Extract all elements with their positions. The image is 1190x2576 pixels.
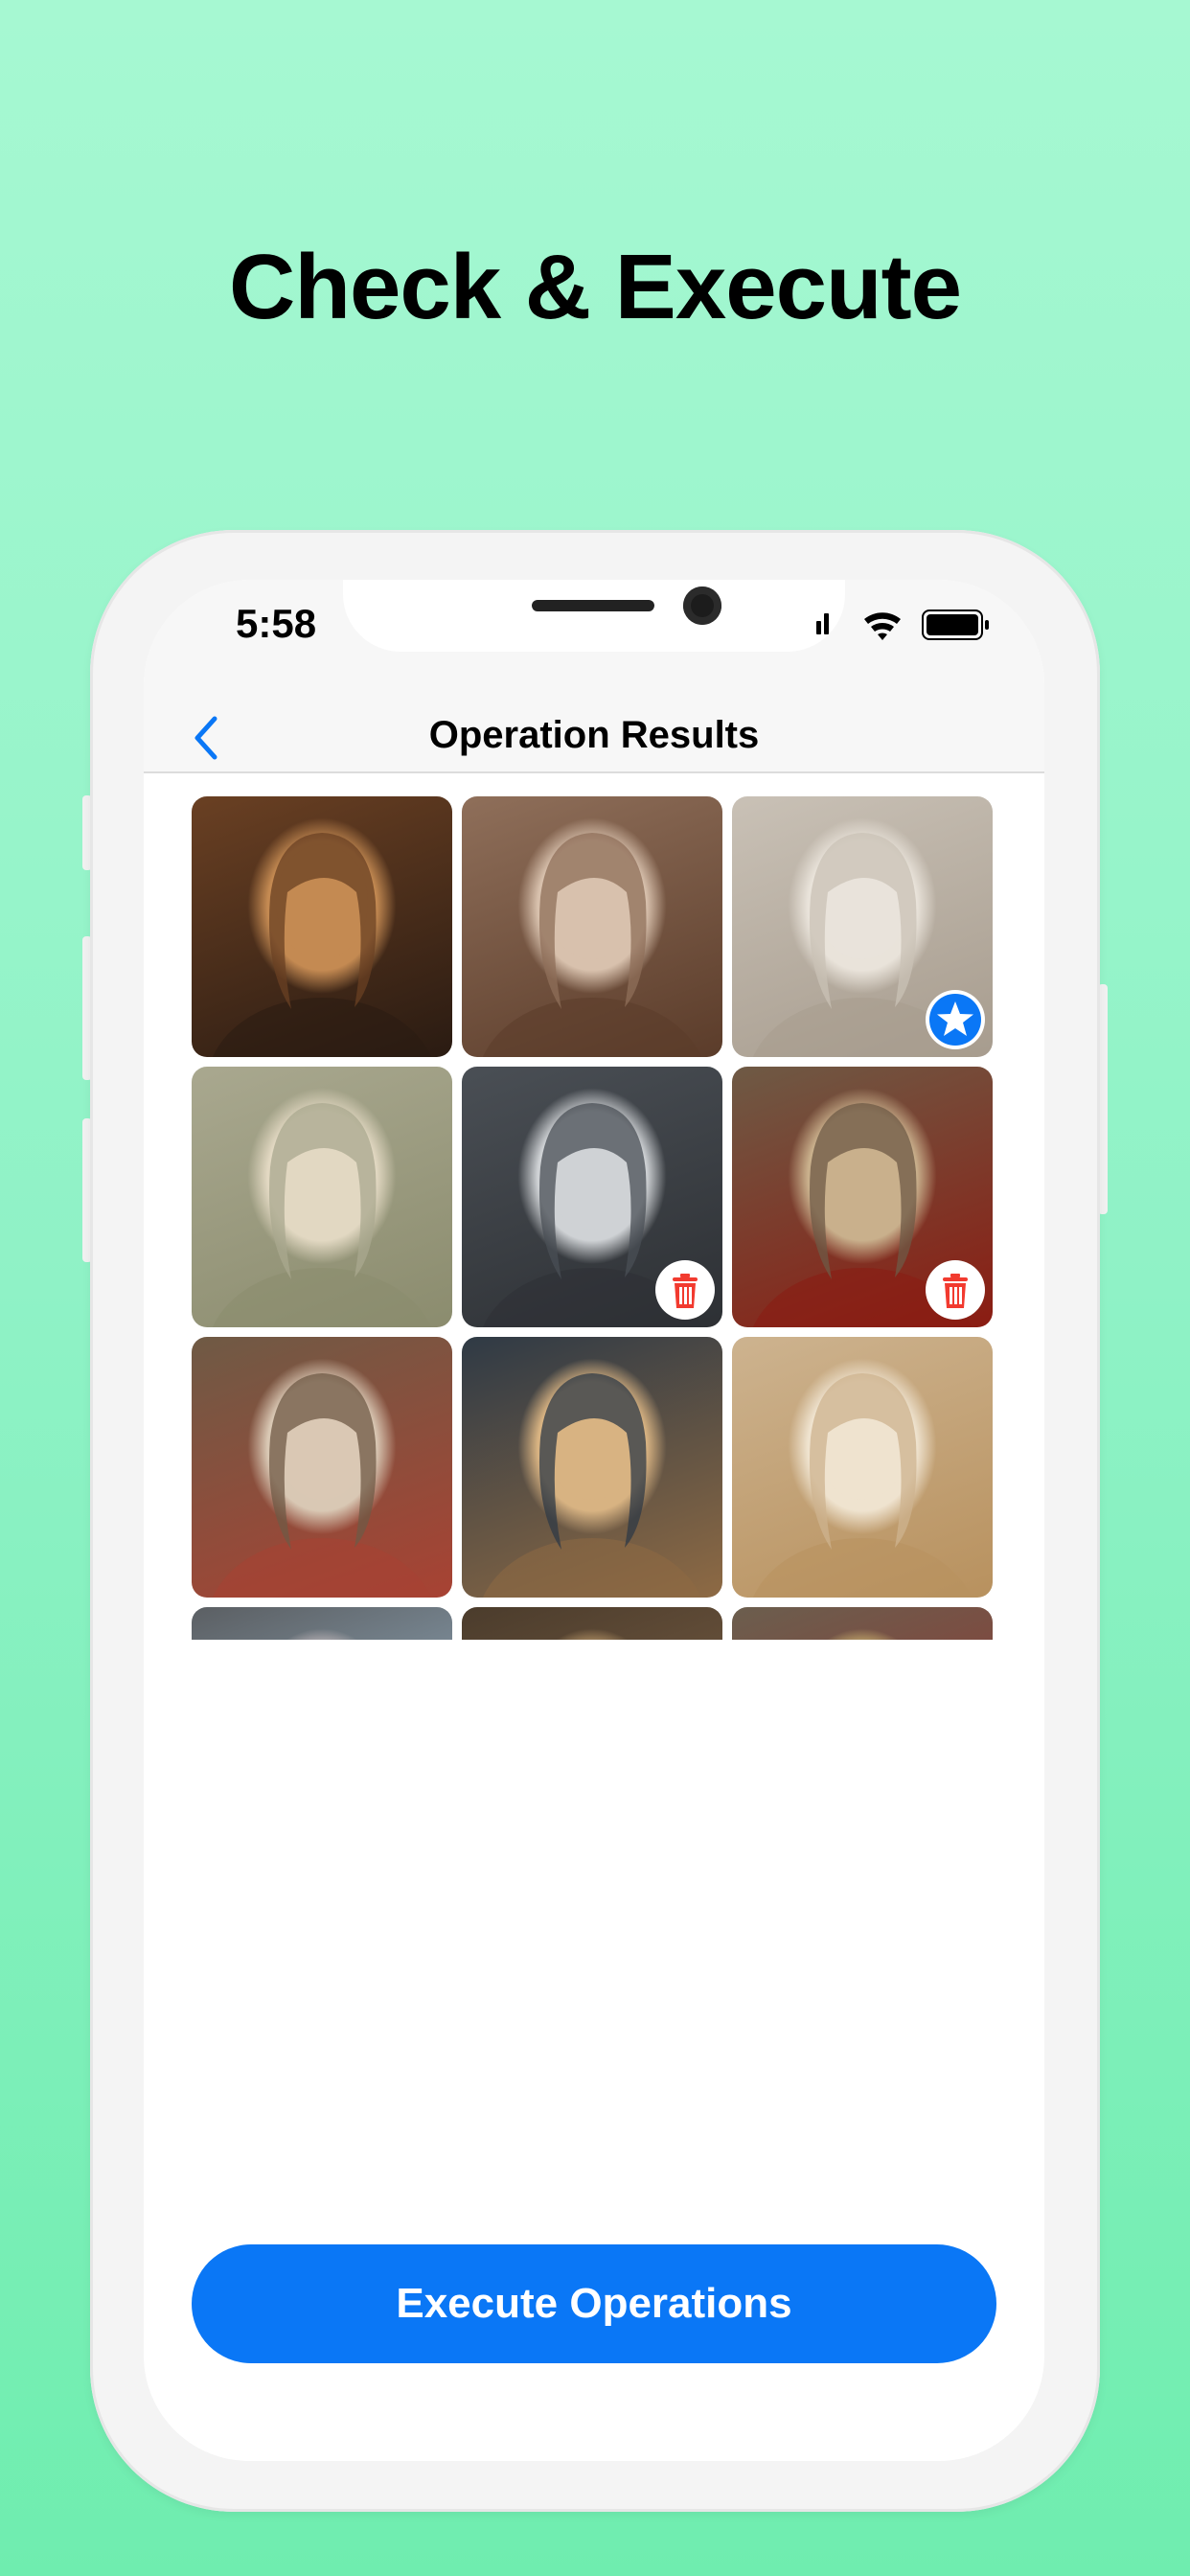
photo-grid: [192, 796, 996, 1640]
photo-thumbnail[interactable]: [462, 1337, 722, 1598]
photo-thumbnail[interactable]: [192, 1067, 452, 1327]
photo-thumbnail[interactable]: [192, 1607, 452, 1640]
photo-image: [462, 1607, 722, 1640]
trash-icon: [926, 1260, 985, 1320]
speaker: [532, 600, 654, 611]
photo-image: [212, 1103, 432, 1327]
page-title: Operation Results: [428, 714, 760, 756]
navigation-bar: Operation Results: [144, 704, 1044, 773]
photo-thumbnail[interactable]: [192, 796, 452, 1057]
photo-thumbnail[interactable]: [462, 1067, 722, 1327]
photo-thumbnail[interactable]: [192, 1337, 452, 1598]
notch: [343, 580, 845, 652]
wifi-icon: [864, 612, 901, 640]
photo-image: [482, 833, 702, 1057]
photo-image: [732, 1607, 993, 1640]
photo-image: [212, 833, 432, 1057]
headline: Check & Execute: [228, 236, 962, 338]
photo-image: [212, 1373, 432, 1598]
photo-thumbnail[interactable]: [732, 796, 993, 1057]
photo-thumbnail[interactable]: [732, 1067, 993, 1327]
camera: [683, 586, 721, 625]
battery-icon: [922, 610, 989, 640]
status-bar: 5:58: [144, 580, 1044, 704]
photo-thumbnail[interactable]: [462, 1607, 722, 1640]
photo-thumbnail[interactable]: [732, 1607, 993, 1640]
phone-screen: 5:58 Operation Results Execute Operation…: [144, 580, 1044, 2461]
status-icons: [816, 604, 998, 642]
photo-image: [482, 1373, 702, 1598]
star-icon: [926, 990, 985, 1049]
trash-icon: [655, 1260, 715, 1320]
status-time: 5:58: [236, 601, 317, 646]
photo-thumbnail[interactable]: [462, 796, 722, 1057]
photo-image: [192, 1607, 452, 1640]
signal-icon: [816, 613, 829, 634]
photo-thumbnail[interactable]: [732, 1337, 993, 1598]
photo-image: [752, 1373, 973, 1598]
execute-operations-button[interactable]: Execute Operations: [192, 2244, 996, 2363]
